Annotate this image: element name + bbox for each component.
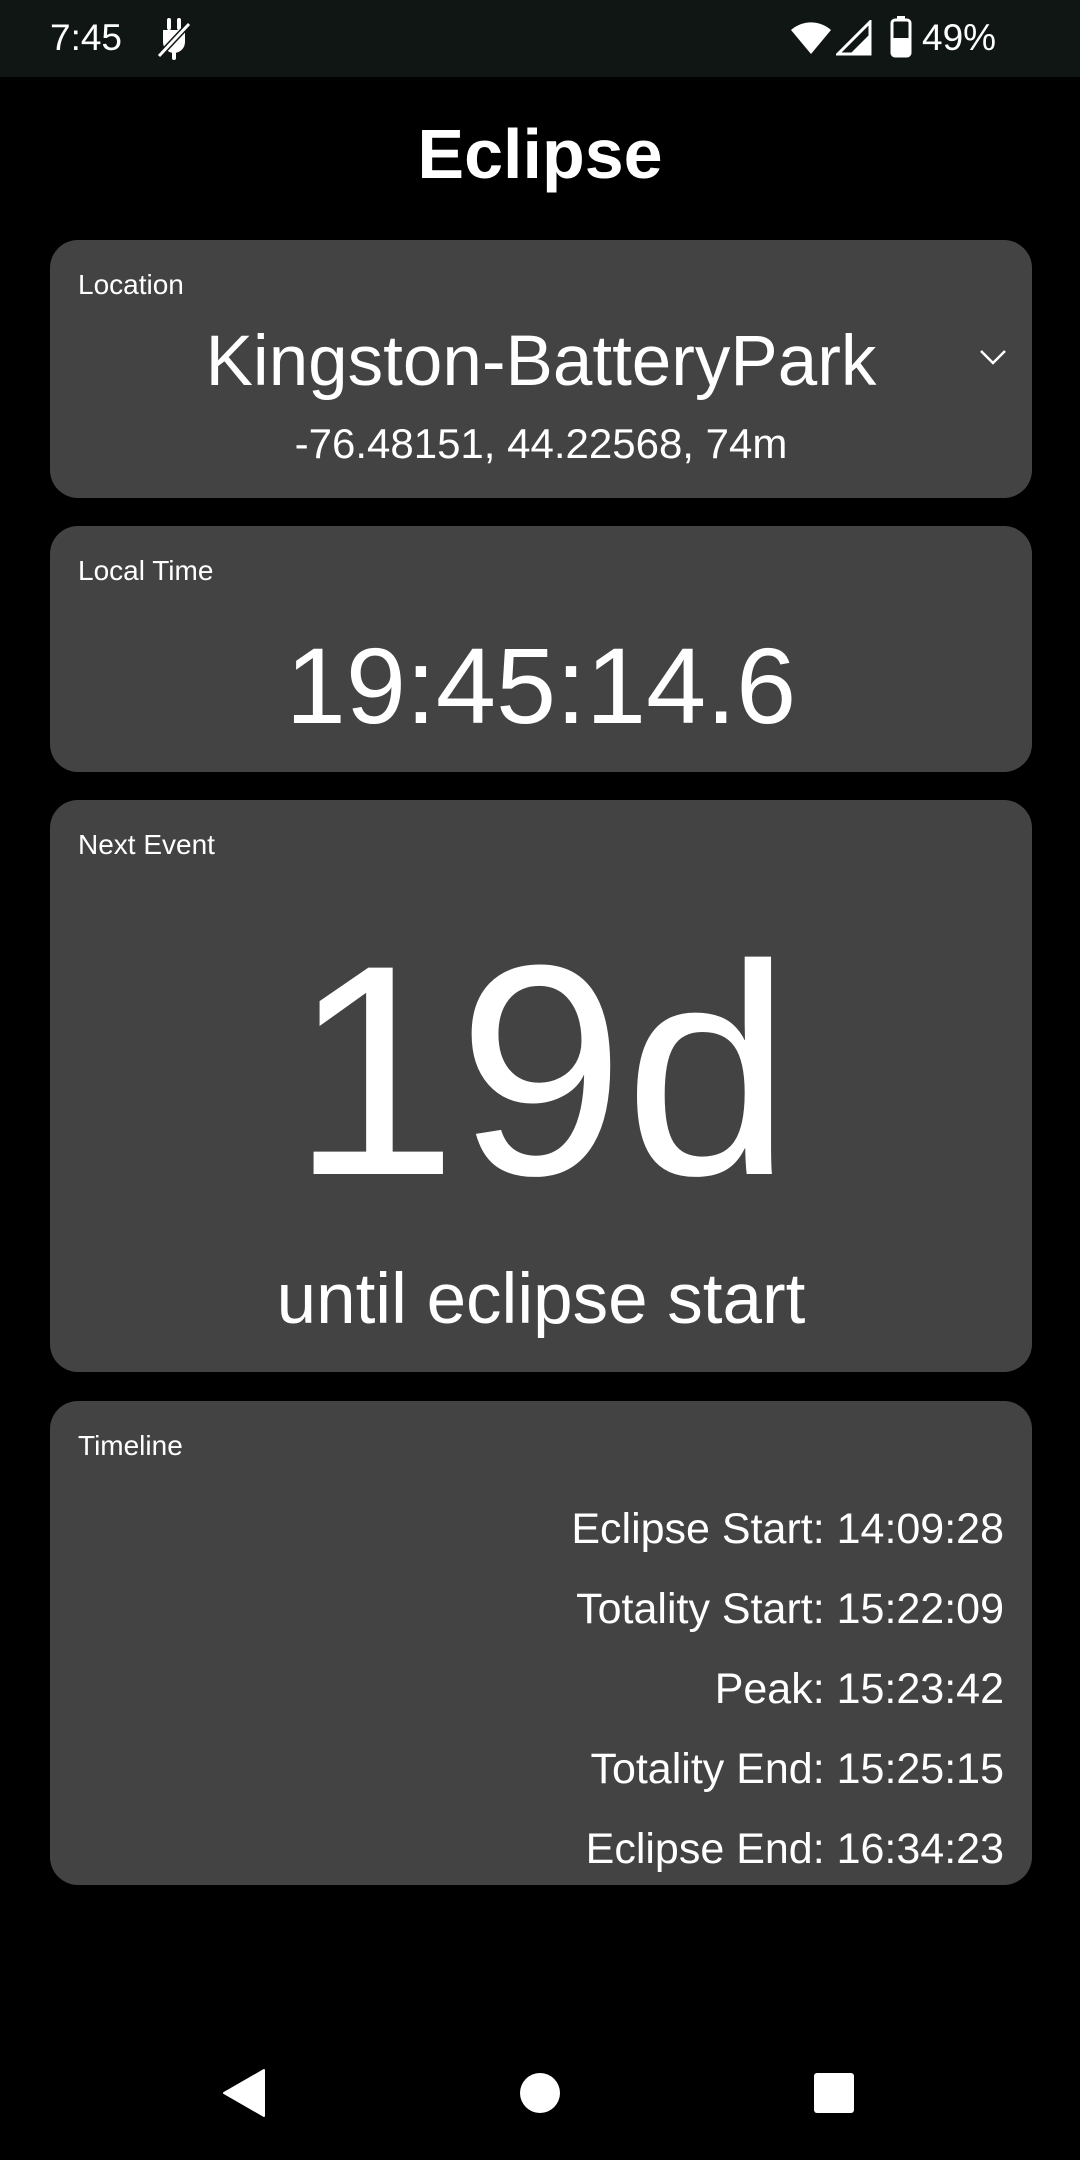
app-title: Eclipse bbox=[417, 115, 663, 193]
timeline-label: Timeline bbox=[78, 1430, 183, 1461]
local-time-label: Local Time bbox=[78, 555, 214, 586]
status-bar: 7:45 49% bbox=[0, 0, 1080, 77]
timeline-totality-end: Totality End: 15:25:15 bbox=[590, 1745, 1004, 1793]
countdown-caption: until eclipse start bbox=[276, 1260, 806, 1339]
location-card[interactable]: Location Kingston-BatteryPark -76.48151,… bbox=[50, 240, 1032, 498]
location-coordinates: -76.48151, 44.22568, 74m bbox=[294, 420, 788, 467]
wifi-icon bbox=[791, 22, 831, 54]
timeline-card: Timeline Eclipse Start: 14:09:28 Totalit… bbox=[50, 1401, 1032, 1885]
chevron-down-icon[interactable] bbox=[976, 340, 1010, 374]
timeline-eclipse-start: Eclipse Start: 14:09:28 bbox=[571, 1505, 1004, 1553]
location-label: Location bbox=[78, 269, 184, 300]
next-event-card: Next Event 19d until eclipse start bbox=[50, 800, 1032, 1372]
countdown-value: 19d bbox=[290, 902, 792, 1238]
battery-percentage: 49% bbox=[922, 17, 997, 58]
timeline-eclipse-end: Eclipse End: 16:34:23 bbox=[585, 1825, 1004, 1873]
local-time-card: Local Time 19:45:14.6 bbox=[50, 526, 1032, 772]
next-event-label: Next Event bbox=[78, 829, 215, 860]
status-time: 7:45 bbox=[50, 17, 123, 58]
back-icon[interactable] bbox=[222, 2068, 266, 2118]
recents-icon[interactable] bbox=[813, 2072, 855, 2114]
signal-icon bbox=[836, 20, 872, 56]
charge-icon bbox=[156, 18, 192, 60]
battery-icon bbox=[890, 16, 912, 58]
timeline-list: Eclipse Start: 14:09:28 Totality Start: … bbox=[104, 1489, 1004, 1889]
home-icon[interactable] bbox=[519, 2072, 561, 2114]
timeline-peak: Peak: 15:23:42 bbox=[714, 1665, 1004, 1713]
location-name[interactable]: Kingston-BatteryPark bbox=[50, 320, 1032, 404]
timeline-totality-start: Totality Start: 15:22:09 bbox=[576, 1585, 1004, 1633]
local-time-value: 19:45:14.6 bbox=[285, 625, 797, 746]
